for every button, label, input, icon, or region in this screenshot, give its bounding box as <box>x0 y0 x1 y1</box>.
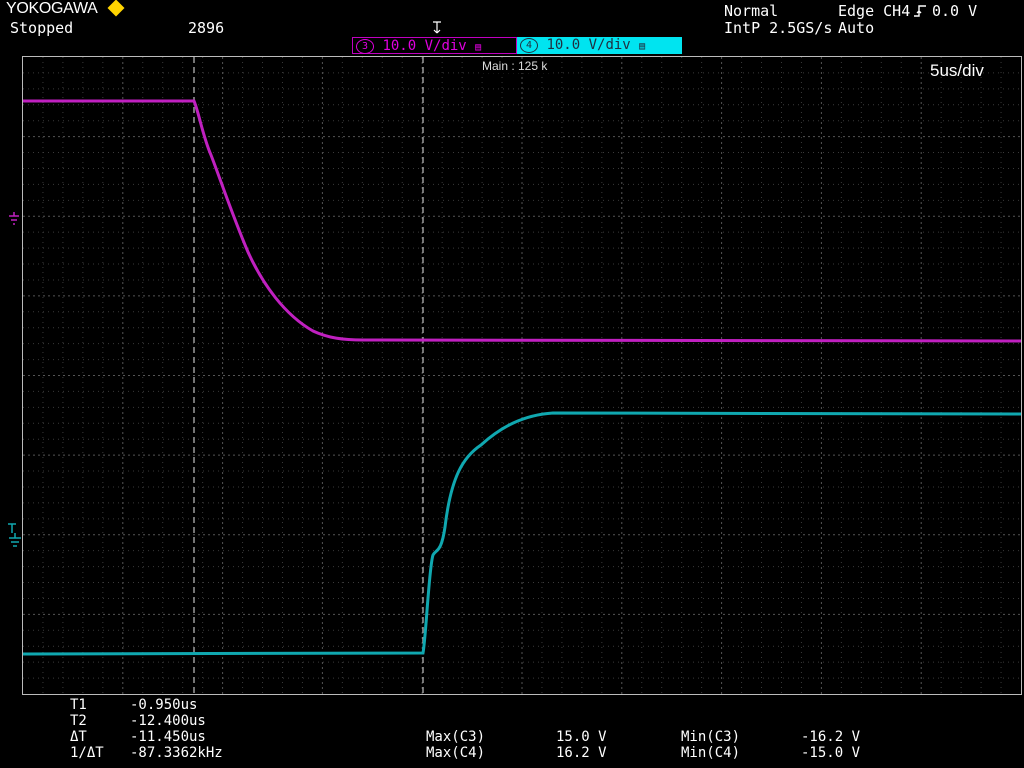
measure-min-c3-value: -16.2 V <box>801 729 861 745</box>
timebase-label: 5us/div <box>930 61 984 80</box>
acquisition-mode: Normal <box>724 2 779 20</box>
cursor-t2-value: -12.400us <box>130 713 206 729</box>
ch3-number: 3 <box>356 39 374 54</box>
ch4-scale: 10.0 V/div <box>546 37 631 53</box>
measure-max-c4-label: Max(C4) <box>426 745 486 761</box>
ch4-ground-trigger-marker-icon <box>8 523 21 547</box>
measure-min-c4-value: -15.0 V <box>801 745 861 761</box>
run-status: Stopped <box>10 19 74 37</box>
trigger-mode: Auto <box>838 19 875 37</box>
cursor-t2-label: T2 <box>70 713 87 729</box>
cursor-dt-value: -11.450us <box>130 729 206 745</box>
grid-lines <box>23 57 1021 694</box>
measure-max-c3-value: 15.0 V <box>556 729 607 745</box>
ch4-scale-box[interactable]: 4 10.0 V/div ▤ <box>517 37 682 54</box>
measure-min-c4-label: Min(C4) <box>681 745 741 761</box>
brand-logo: YOKOGAWA <box>6 0 98 17</box>
brand-diamond-icon <box>107 0 125 17</box>
ch3-scale: 10.0 V/div <box>382 38 467 54</box>
measure-max-c3-label: Max(C3) <box>426 729 486 745</box>
main-memory-label: Main : 125 k <box>480 59 550 73</box>
measure-max-c4-value: 16.2 V <box>556 745 607 761</box>
cursor-t1-label: T1 <box>70 697 87 713</box>
cursor-inv-dt-value: -87.3362kHz <box>130 745 223 761</box>
sample-rate: IntP 2.5GS/s <box>724 19 833 37</box>
rising-edge-icon <box>914 5 926 17</box>
acquisition-count: 2896 <box>188 19 225 37</box>
cursor-t1-value: -0.950us <box>130 697 198 713</box>
ch3-scale-box[interactable]: 3 10.0 V/div ▤ <box>352 37 517 54</box>
waveform-graticule[interactable] <box>22 56 1022 695</box>
trigger-source: Edge CH4 <box>838 2 911 20</box>
trigger-level: 0.0 V <box>932 2 978 20</box>
ch3-ground-marker-icon <box>9 212 19 225</box>
trigger-position-icon <box>433 21 441 34</box>
cursor-inv-dt-label: 1/ΔT <box>70 745 104 761</box>
ch4-bandwidth-icon: ▤ <box>639 41 646 52</box>
oscilloscope-screen: YOKOGAWA Stopped 2896 Normal IntP 2.5GS/… <box>0 0 1024 768</box>
graticule-svg <box>23 57 1021 694</box>
cursor-dt-label: ΔT <box>70 729 87 745</box>
ch3-bandwidth-icon: ▤ <box>475 42 482 53</box>
ch4-number: 4 <box>520 38 538 53</box>
measure-min-c3-label: Min(C3) <box>681 729 741 745</box>
